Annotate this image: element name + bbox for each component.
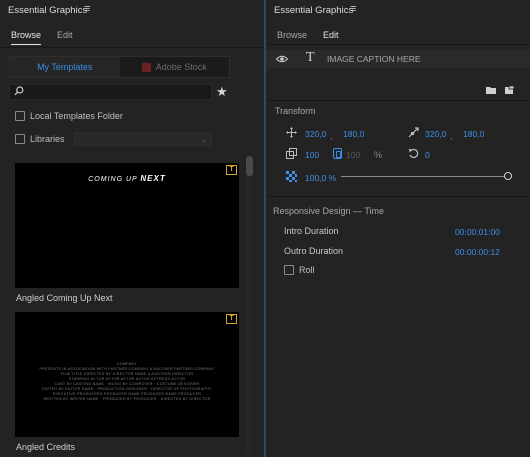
tab-edit[interactable]: Edit bbox=[57, 30, 73, 45]
opacity-slider-track[interactable] bbox=[341, 176, 508, 177]
anchor-x-value[interactable]: 320,0 bbox=[425, 129, 446, 139]
template-name: Angled Coming Up Next bbox=[16, 293, 113, 303]
template-name: Angled Credits bbox=[16, 442, 76, 452]
position-x-value[interactable]: 320,0 bbox=[305, 129, 326, 139]
scrollbar-thumb[interactable] bbox=[246, 156, 253, 176]
panel-title: Essential Graphics bbox=[274, 5, 354, 16]
anchor-y-value[interactable]: 180,0 bbox=[463, 129, 484, 139]
eye-icon[interactable] bbox=[276, 55, 288, 63]
search-box bbox=[9, 84, 212, 100]
panel-menu-icon[interactable]: ≡ bbox=[84, 3, 90, 15]
essential-graphics-edit-panel: Essential Graphics ≡ Browse Edit T IMAGE… bbox=[266, 0, 530, 457]
new-group-folder-icon[interactable] bbox=[486, 86, 496, 94]
roll-option: Roll bbox=[284, 265, 315, 275]
search-icon bbox=[14, 86, 24, 96]
text-template-badge-icon: T bbox=[226, 314, 237, 324]
template-thumbnail-coming-up-next[interactable]: COMING UP NEXT T bbox=[15, 163, 239, 288]
roll-checkbox[interactable] bbox=[284, 265, 294, 275]
divider bbox=[266, 44, 530, 45]
layer-row[interactable]: T IMAGE CAPTION HERE bbox=[266, 50, 530, 68]
chevron-down-icon: ⌄ bbox=[200, 135, 207, 144]
scale-value[interactable]: 100 bbox=[305, 150, 319, 160]
responsive-design-title: Responsive Design — Time bbox=[273, 206, 385, 216]
libraries-label: Libraries bbox=[30, 134, 65, 144]
my-templates-button[interactable]: My Templates bbox=[10, 57, 120, 77]
tab-edit[interactable]: Edit bbox=[323, 30, 339, 45]
intro-duration-value[interactable]: 00:00:01:00 bbox=[455, 227, 500, 237]
scale-unit: % bbox=[374, 150, 383, 160]
local-templates-folder-label: Local Templates Folder bbox=[30, 111, 123, 121]
preview-text: COMING UP NEXT bbox=[15, 174, 239, 183]
divider bbox=[0, 47, 264, 48]
intro-duration-label: Intro Duration bbox=[284, 226, 339, 236]
template-thumbnail-credits[interactable]: T COMPANY PRESENTS IN ASSOCIATION WITH P… bbox=[15, 312, 239, 437]
position-comma: , bbox=[330, 131, 333, 141]
credits-preview: COMPANY PRESENTS IN ASSOCIATION WITH PAR… bbox=[21, 362, 233, 402]
essential-graphics-browse-panel: Essential Graphics ≡ Browse Edit My Temp… bbox=[0, 0, 264, 457]
adobe-stock-button[interactable]: Adobe Stock bbox=[120, 57, 230, 77]
text-template-badge-icon: T bbox=[226, 165, 237, 175]
layer-name: IMAGE CAPTION HERE bbox=[327, 54, 421, 64]
new-layer-icon[interactable] bbox=[504, 86, 514, 94]
opacity-icon bbox=[286, 171, 297, 182]
divider bbox=[266, 100, 530, 101]
opacity-value[interactable]: 100,0 % bbox=[305, 173, 336, 183]
panel-title: Essential Graphics bbox=[8, 5, 88, 16]
tab-bar: Browse Edit bbox=[11, 30, 73, 45]
tab-bar: Browse Edit bbox=[277, 30, 339, 45]
rotation-icon bbox=[408, 148, 419, 159]
outro-duration-value[interactable]: 00:00:00:12 bbox=[455, 247, 500, 257]
libraries-option: Libraries bbox=[15, 134, 65, 144]
search-input[interactable] bbox=[28, 86, 208, 98]
transform-title: Transform bbox=[275, 106, 316, 116]
template-source-toggle: My Templates Adobe Stock bbox=[9, 56, 230, 78]
text-layer-icon: T bbox=[306, 50, 315, 65]
scrollbar-track[interactable] bbox=[246, 156, 253, 456]
anchor-point-icon bbox=[408, 127, 419, 138]
my-templates-label: My Templates bbox=[37, 62, 93, 72]
scale-icon bbox=[286, 148, 297, 159]
preview-text-prefix: COMING UP bbox=[88, 176, 141, 183]
favorites-star-icon[interactable]: ★ bbox=[216, 84, 228, 100]
rotation-value[interactable]: 0 bbox=[425, 150, 430, 160]
position-icon bbox=[286, 127, 297, 138]
libraries-dropdown[interactable]: ⌄ bbox=[74, 132, 212, 146]
opacity-slider-handle[interactable] bbox=[504, 172, 512, 180]
panel-menu-icon[interactable]: ≡ bbox=[350, 3, 356, 15]
adobe-stock-label: Adobe Stock bbox=[155, 62, 207, 72]
outro-duration-label: Outro Duration bbox=[284, 246, 344, 256]
local-templates-folder-option: Local Templates Folder bbox=[15, 111, 123, 121]
local-templates-folder-checkbox[interactable] bbox=[15, 111, 25, 121]
tab-browse[interactable]: Browse bbox=[277, 30, 307, 45]
constrain-proportions-link-icon[interactable] bbox=[333, 148, 342, 159]
anchor-comma: , bbox=[450, 131, 453, 141]
scale-height-value[interactable]: 100 bbox=[346, 150, 360, 160]
roll-label: Roll bbox=[299, 265, 315, 275]
credit-line: WRITTEN BY WRITER NAME · PRODUCED BY PRO… bbox=[43, 397, 211, 401]
preview-text-bold: NEXT bbox=[140, 174, 166, 183]
libraries-checkbox[interactable] bbox=[15, 134, 25, 144]
adobe-stock-icon bbox=[141, 62, 151, 72]
tab-browse[interactable]: Browse bbox=[11, 30, 42, 45]
position-y-value[interactable]: 180,0 bbox=[343, 129, 364, 139]
divider bbox=[266, 196, 530, 197]
